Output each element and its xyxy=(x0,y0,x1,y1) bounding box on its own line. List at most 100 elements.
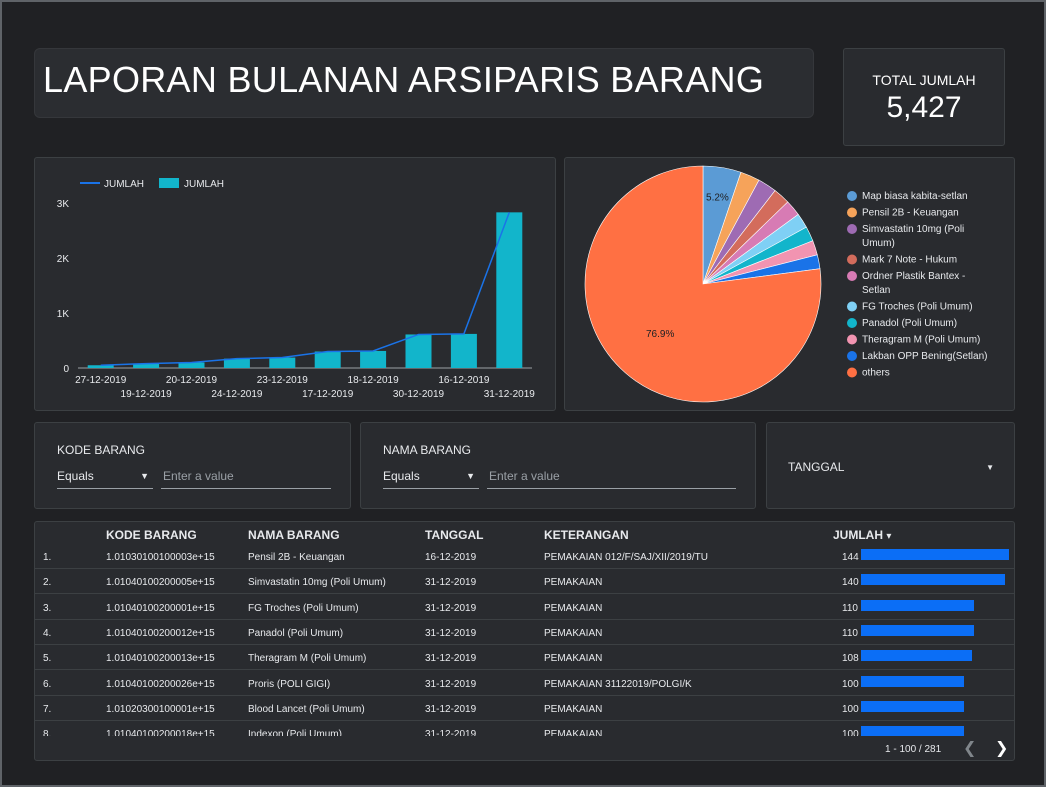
x-tick-label: 18-12-2019 xyxy=(348,375,400,386)
cell-nama: Panadol (Poli Umum) xyxy=(248,627,344,639)
cell-no: 6. xyxy=(43,678,52,690)
cell-kode: 1.01040100200005e+15 xyxy=(106,577,215,589)
cell-kode: 1.01040100200001e+15 xyxy=(106,602,215,614)
table-row[interactable]: 2. 1.01040100200005e+15 Simvastatin 10mg (… xyxy=(35,569,1014,595)
caret-down-icon: ▼ xyxy=(140,471,149,481)
cell-kode: 1.01040100200018e+15 xyxy=(106,729,215,736)
legend-label: FG Troches (Poli Umum) xyxy=(862,302,973,313)
bar xyxy=(269,357,296,368)
cell-no: 5. xyxy=(43,653,52,665)
cell-jumlah: 140 xyxy=(842,577,859,589)
jumlah-bar xyxy=(861,549,1009,560)
cell-ket: PEMAKAIAN xyxy=(544,653,603,665)
series-line xyxy=(100,212,511,366)
cell-tanggal: 31-12-2019 xyxy=(425,729,477,736)
jumlah-bar xyxy=(861,599,975,611)
cell-tanggal: 31-12-2019 xyxy=(425,577,477,589)
bar xyxy=(450,333,477,368)
legend-label: Theragram M (Poli Umum) xyxy=(862,335,980,346)
total-value: 5,427 xyxy=(886,91,962,124)
cell-no: 1. xyxy=(43,552,52,563)
legend-label: Mark 7 Note - Hukum xyxy=(862,255,957,266)
column-header-jumlah-label: JUMLAH xyxy=(833,528,883,542)
combo-chart: JUMLAH JUMLAH 0 1K 2K 3K 27-12-2019 19-12-2019 2… xyxy=(57,178,535,400)
legend-label: Simvastatin 10mg (Poli Umum) xyxy=(862,224,964,249)
column-header-jumlah[interactable]: JUMLAH ▾ xyxy=(833,528,891,542)
cell-kode: 1.01040100200013e+15 xyxy=(106,653,215,665)
cell-no: 4. xyxy=(43,627,52,639)
legend-swatch xyxy=(847,191,857,201)
legend-swatch xyxy=(847,351,857,361)
jumlah-bar xyxy=(861,574,1005,586)
legend-swatch xyxy=(847,367,857,378)
nama-operator-select[interactable]: Equals ▼ xyxy=(383,465,479,489)
column-header-nama[interactable]: NAMA BARANG xyxy=(248,528,340,542)
y-tick-label: 1K xyxy=(57,309,70,320)
sort-desc-icon: ▾ xyxy=(886,531,892,542)
table-body: 1. 1.01030100100003e+15 Pensil 2B - Keuang… xyxy=(35,544,1014,736)
caret-down-icon[interactable]: ▼ xyxy=(986,463,994,472)
cell-jumlah: 108 xyxy=(842,653,859,665)
legend-label: others xyxy=(862,368,890,379)
nama-value-input[interactable]: Enter a value xyxy=(487,465,736,489)
column-header-keterangan[interactable]: KETERANGAN xyxy=(544,528,629,542)
legend-swatch xyxy=(847,334,857,345)
jumlah-bar xyxy=(861,675,964,687)
cell-tanggal: 31-12-2019 xyxy=(425,653,477,665)
pie-chart: 5.2% 76.9% Map biasa kabita-setlan Pensil 2… xyxy=(584,165,987,403)
table-row[interactable]: 4. 1.01040100200012e+15 Panadol (Poli Umum… xyxy=(35,620,1014,645)
cell-jumlah: 100 xyxy=(842,678,859,690)
cell-kode: 1.01020300100001e+15 xyxy=(106,703,215,715)
nama-operator-value: Equals xyxy=(383,469,420,483)
jumlah-bar xyxy=(861,700,964,712)
legend-label: JUMLAH xyxy=(184,179,224,190)
nama-barang-filter: NAMA BARANG Equals ▼ Enter a value xyxy=(360,422,756,509)
table-row[interactable]: 6. 1.01040100200026e+15 Proris (POLI GIGI)… xyxy=(35,671,1014,696)
bar xyxy=(314,351,341,368)
pagination-info: 1 - 100 / 281 xyxy=(885,744,942,755)
table-row[interactable]: 8. 1.01040100200018e+15 Indexon (Poli Umum… xyxy=(35,721,1014,736)
column-header-tanggal[interactable]: TANGGAL xyxy=(425,528,483,542)
x-tick-label: 16-12-2019 xyxy=(438,375,490,386)
nama-filter-title: NAMA BARANG xyxy=(383,443,472,457)
kode-filter-title: KODE BARANG xyxy=(57,443,146,457)
data-table: KODE BARANG NAMA BARANG TANGGAL KETERANG… xyxy=(34,521,1015,761)
pie-chart-card: 5.2% 76.9% Map biasa kabita-setlan Pensil 2… xyxy=(564,157,1015,411)
legend-swatch xyxy=(847,207,857,218)
cell-tanggal: 31-12-2019 xyxy=(425,602,477,614)
kode-operator-select[interactable]: Equals ▼ xyxy=(57,465,153,489)
page-title: LAPORAN BULANAN ARSIPARIS BARANG xyxy=(43,59,765,100)
legend-label: Ordner Plastik Bantex -Setlan xyxy=(862,271,965,296)
kode-barang-filter: KODE BARANG Equals ▼ Enter a value xyxy=(34,422,351,509)
column-header-kode[interactable]: KODE BARANG xyxy=(106,528,197,542)
table-row[interactable]: 7. 1.01020300100001e+15 Blood Lancet (Poli… xyxy=(35,696,1014,721)
legend-label: Panadol (Poli Umum) xyxy=(862,318,957,329)
cell-kode: 1.01040100200012e+15 xyxy=(106,627,215,639)
legend-swatch xyxy=(847,254,857,265)
cell-no: 2. xyxy=(43,577,52,589)
tanggal-date-filter[interactable]: TANGGAL ▼ xyxy=(766,422,1015,509)
y-tick-label: 0 xyxy=(63,364,69,375)
kode-value-input[interactable]: Enter a value xyxy=(161,465,331,489)
cell-nama: FG Troches (Poli Umum) xyxy=(248,602,359,614)
y-tick-label: 3K xyxy=(57,199,70,210)
x-tick-label: 30-12-2019 xyxy=(393,389,445,400)
cell-ket: PEMAKAIAN xyxy=(544,729,603,736)
y-tick-label: 2K xyxy=(57,254,70,265)
cell-tanggal: 31-12-2019 xyxy=(425,703,477,715)
cell-nama: Simvastatin 10mg (Poli Umum) xyxy=(248,577,386,589)
caret-down-icon: ▼ xyxy=(466,471,475,481)
legend-swatch xyxy=(847,318,857,328)
table-row[interactable]: 1. 1.01030100100003e+15 Pensil 2B - Keuang… xyxy=(35,544,1014,569)
cell-jumlah: 144 xyxy=(842,552,859,563)
table-row[interactable]: 3. 1.01040100200001e+15 FG Troches (Poli U… xyxy=(35,595,1014,620)
chevron-left-icon[interactable]: ❮ xyxy=(963,738,976,758)
legend-swatch xyxy=(847,301,857,312)
legend-label: Lakban OPP Bening(Setlan) xyxy=(862,351,987,362)
chevron-right-icon[interactable]: ❯ xyxy=(995,738,1008,758)
cell-no: 7. xyxy=(43,703,52,715)
cell-jumlah: 110 xyxy=(842,602,858,614)
cell-no: 8. xyxy=(43,729,52,736)
table-row[interactable]: 5. 1.01040100200013e+15 Theragram M (Poli … xyxy=(35,645,1014,671)
legend-label: Map biasa kabita-setlan xyxy=(862,191,968,202)
